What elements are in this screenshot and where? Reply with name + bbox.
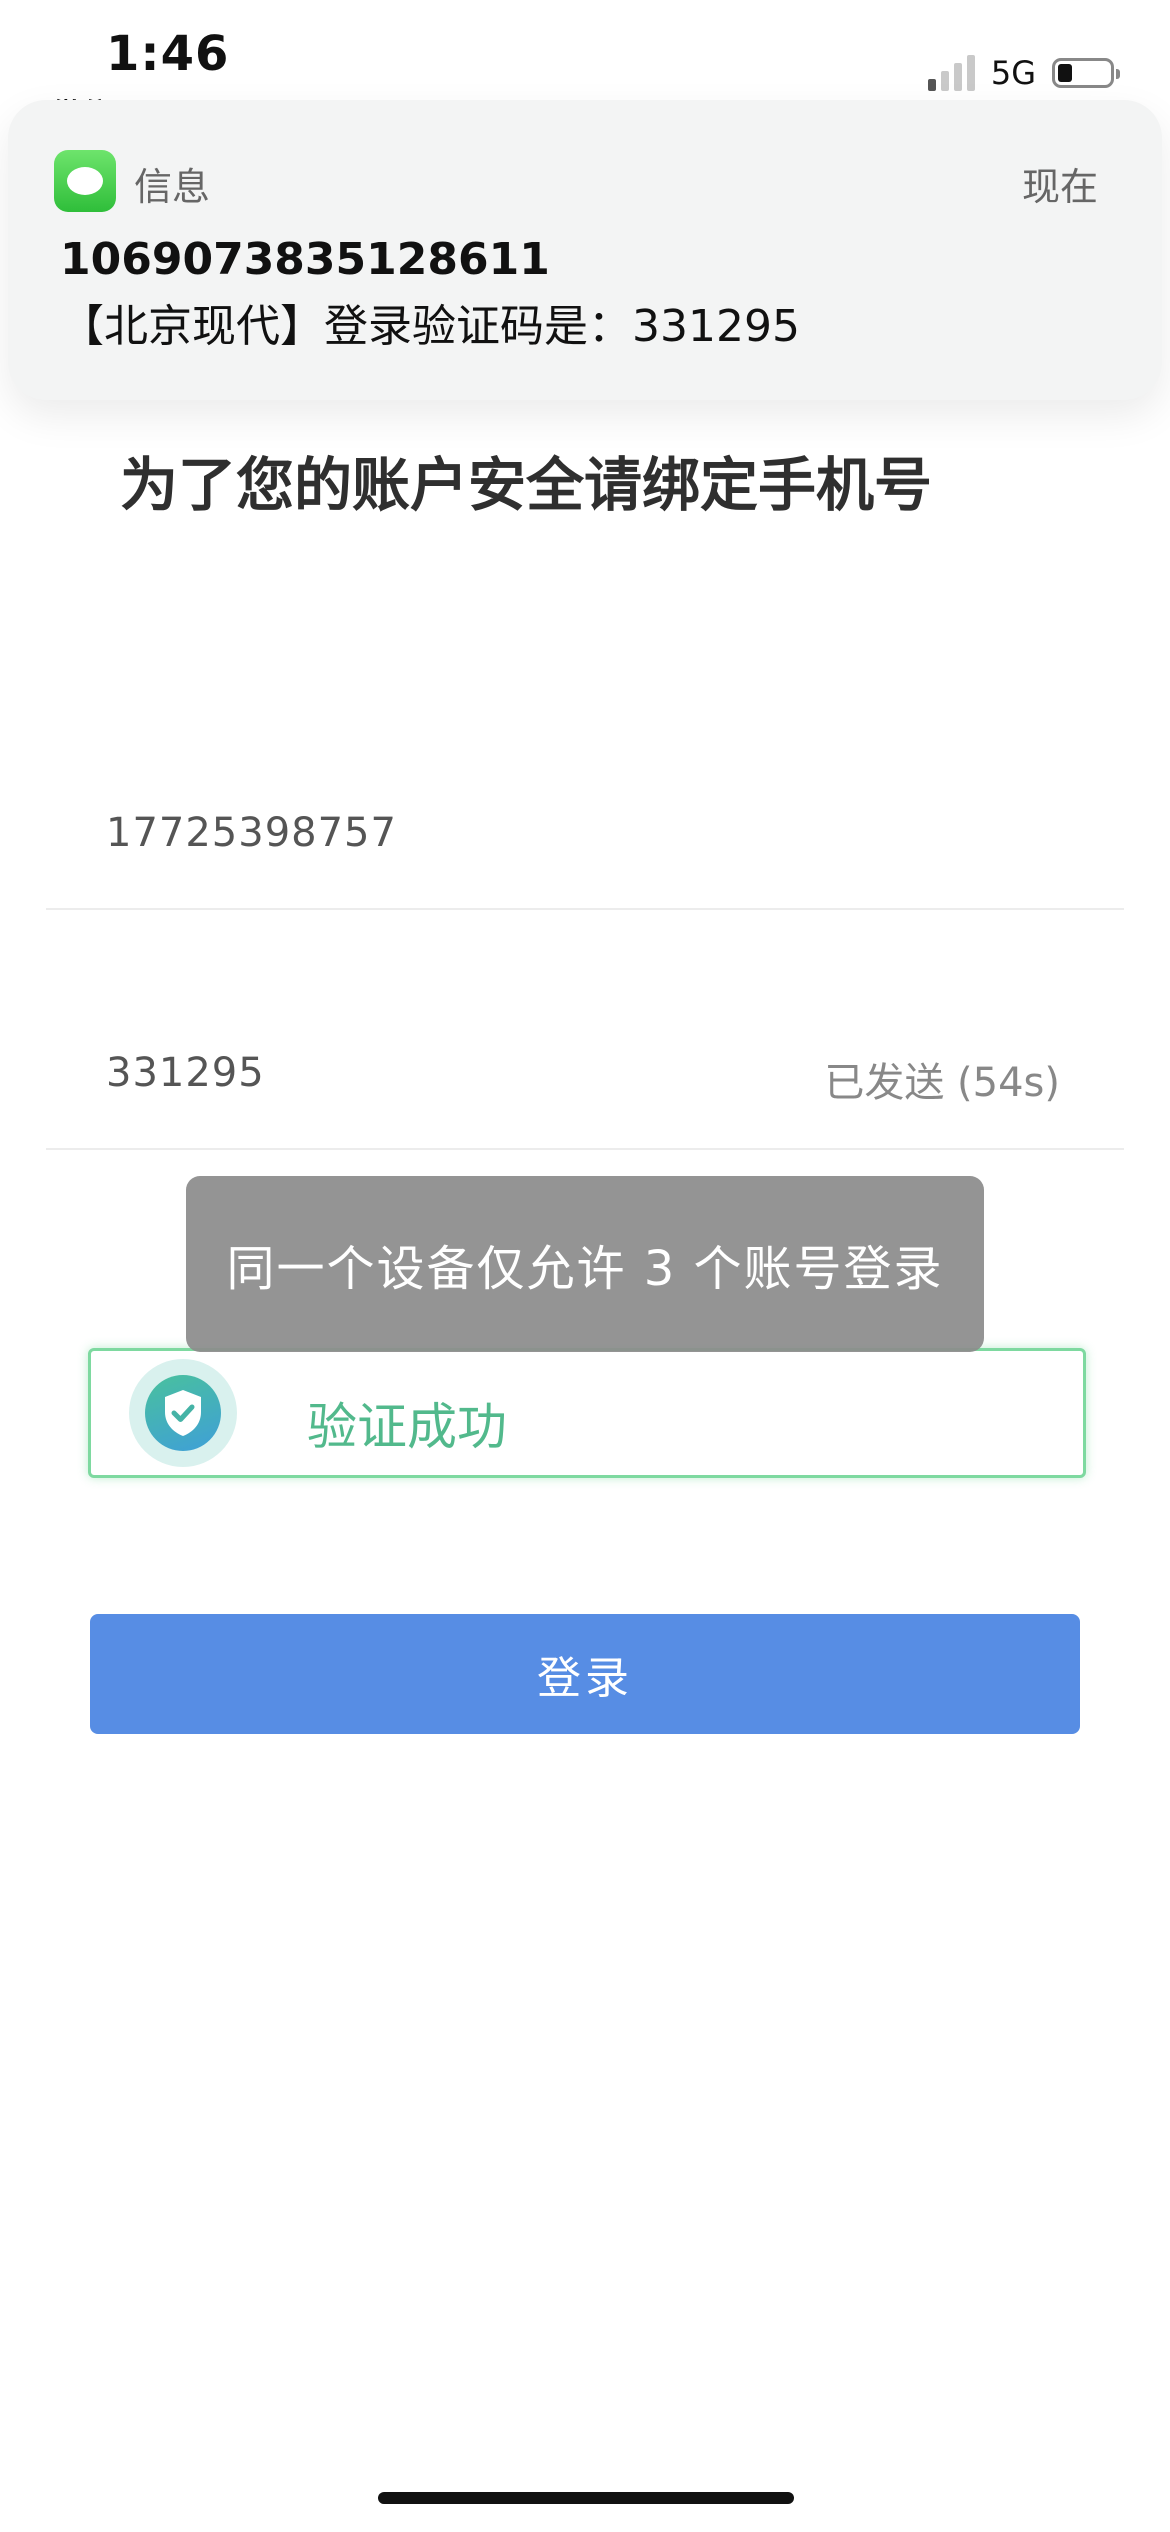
signal-icon: [927, 55, 975, 91]
verify-success-box: 验证成功: [88, 1348, 1086, 1478]
code-input-value[interactable]: 331295: [106, 1050, 265, 1096]
notification-sender: 1069073835128611: [60, 234, 550, 285]
home-indicator[interactable]: [378, 2492, 794, 2504]
code-field[interactable]: 331295 已发送 (54s): [46, 1020, 1124, 1150]
toast-message: 同一个设备仅允许 3 个账号登录: [186, 1176, 984, 1352]
messages-app-icon: [54, 150, 116, 212]
network-type: 5G: [990, 54, 1036, 92]
notification-app-name: 信息: [134, 165, 211, 209]
code-sent-countdown: 已发送 (54s): [824, 1060, 1060, 1106]
phone-field[interactable]: 17725398757: [46, 780, 1124, 910]
shield-check-icon: [145, 1375, 221, 1451]
notification-time: 现在: [1021, 165, 1098, 209]
battery-icon: [1052, 58, 1120, 88]
notification-body: 【北京现代】登录验证码是：331295: [60, 301, 800, 352]
verify-success-text: 验证成功: [307, 1398, 507, 1456]
verify-icon-halo: [129, 1359, 237, 1467]
toast-text: 同一个设备仅允许 3 个账号登录: [226, 1241, 944, 1297]
status-time: 1:46: [106, 26, 230, 82]
login-button[interactable]: 登录: [90, 1614, 1080, 1734]
status-indicators: 5G: [927, 54, 1120, 92]
page-title: 为了您的账户安全请绑定手机号: [120, 451, 933, 519]
sms-notification[interactable]: 信息 现在 1069073835128611 【北京现代】登录验证码是：3312…: [8, 100, 1162, 400]
phone-input-value[interactable]: 17725398757: [106, 810, 397, 856]
